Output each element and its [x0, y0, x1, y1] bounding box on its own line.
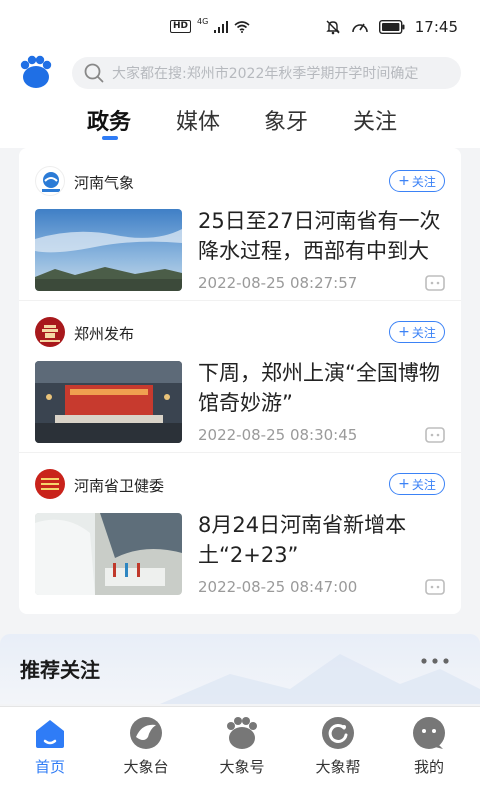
- network-type: 4G: [197, 17, 209, 26]
- news-thumbnail[interactable]: [35, 513, 182, 595]
- zhengzhou-logo-icon: [40, 325, 60, 342]
- news-item[interactable]: 河南气象 + 关注 25日至27日河南省有一次降水过程，西部有中到大 2022-…: [19, 148, 461, 300]
- active-tab-indicator: [102, 136, 118, 140]
- weather-logo-icon: [42, 172, 60, 192]
- news-item[interactable]: 郑州发布 + 关注 下周，郑州上演“全国博物馆奇妙游” 2022-08-25 0…: [19, 300, 461, 452]
- search-placeholder: 大家都在搜:郑州市2022年秋季学期开学时间确定: [112, 66, 419, 82]
- follow-label: 关注: [411, 477, 436, 492]
- tab-guanzhu[interactable]: 关注: [353, 104, 397, 136]
- source-avatar[interactable]: [35, 166, 65, 196]
- profile-icon: [413, 717, 445, 749]
- tab-meiti[interactable]: 媒体: [176, 104, 220, 136]
- plus-icon: +: [398, 476, 410, 492]
- battery-icon: [378, 20, 405, 34]
- source-avatar[interactable]: [35, 469, 65, 499]
- app-header: 大家都在搜:郑州市2022年秋季学期开学时间确定 政务 媒体 象牙 关注: [0, 52, 480, 148]
- follow-label: 关注: [411, 174, 436, 189]
- source-name[interactable]: 郑州发布: [74, 323, 134, 344]
- health-commission-logo-icon: [41, 478, 59, 490]
- speedometer-icon: [351, 23, 368, 33]
- source-name[interactable]: 河南省卫健委: [74, 475, 164, 496]
- system-indicators: 17:45: [325, 18, 458, 36]
- nav-profile[interactable]: 我的: [381, 707, 477, 800]
- news-headline[interactable]: 下周，郑州上演“全国博物馆奇妙游”: [198, 358, 448, 418]
- wifi-icon: [234, 20, 250, 33]
- nav-label: 大象帮: [315, 758, 361, 776]
- plus-icon: +: [398, 324, 410, 340]
- home-icon: [36, 720, 64, 748]
- paw-logo-icon[interactable]: [18, 54, 54, 90]
- plus-icon: +: [398, 173, 410, 189]
- search-bar[interactable]: 大家都在搜:郑州市2022年秋季学期开学时间确定: [72, 57, 461, 89]
- comment-icon[interactable]: [425, 579, 445, 595]
- follow-button[interactable]: + 关注: [389, 473, 445, 495]
- news-time: 2022-08-25 08:27:57: [198, 274, 358, 292]
- nav-label: 首页: [34, 758, 65, 776]
- clock: 17:45: [414, 18, 458, 36]
- paw-icon: [227, 717, 257, 749]
- search-icon: [84, 63, 104, 83]
- news-item[interactable]: 河南省卫健委 + 关注 8月24日河南省新增本土“2+23” 2022-08-2…: [19, 452, 461, 604]
- recommended-follow-section: 推荐关注: [0, 634, 480, 704]
- nav-elephant-account[interactable]: 大象号: [194, 707, 290, 800]
- nav-label: 大象台: [123, 758, 169, 776]
- recommended-title: 推荐关注: [20, 658, 100, 682]
- source-name[interactable]: 河南气象: [74, 172, 134, 193]
- tab-xiangya[interactable]: 象牙: [264, 104, 308, 136]
- elephant-tv-icon: [130, 717, 162, 749]
- help-icon: [322, 717, 354, 749]
- news-thumbnail[interactable]: [35, 361, 182, 443]
- comment-icon[interactable]: [425, 427, 445, 443]
- museum-photo: [35, 361, 182, 443]
- nav-label: 我的: [413, 758, 444, 776]
- hd-badge: HD: [170, 20, 192, 33]
- news-time: 2022-08-25 08:30:45: [198, 426, 358, 444]
- follow-button[interactable]: + 关注: [389, 321, 445, 343]
- nav-elephant-tv[interactable]: 大象台: [98, 707, 194, 800]
- bottom-navigation: 首页 大象台 大象号 大象帮 我的: [0, 706, 480, 800]
- news-thumbnail[interactable]: [35, 209, 182, 291]
- tab-zhengwu[interactable]: 政务: [87, 104, 131, 136]
- sky-photo: [35, 209, 182, 291]
- more-icon[interactable]: [420, 656, 450, 666]
- comment-icon[interactable]: [425, 275, 445, 291]
- network-indicators: HD 4G: [170, 17, 250, 33]
- nav-home[interactable]: 首页: [2, 707, 98, 800]
- follow-button[interactable]: + 关注: [389, 170, 445, 192]
- follow-label: 关注: [411, 325, 436, 340]
- news-time: 2022-08-25 08:47:00: [198, 578, 358, 596]
- channel-tabs: 政务 媒体 象牙 关注: [0, 104, 480, 144]
- nav-elephant-help[interactable]: 大象帮: [290, 707, 386, 800]
- news-feed: 河南气象 + 关注 25日至27日河南省有一次降水过程，西部有中到大 2022-…: [19, 148, 461, 614]
- mute-bell-icon: [326, 20, 340, 35]
- testing-photo: [35, 513, 182, 595]
- nav-label: 大象号: [219, 758, 265, 776]
- source-avatar[interactable]: [35, 317, 65, 347]
- status-bar: HD 4G 17:45: [0, 0, 480, 52]
- news-headline[interactable]: 8月24日河南省新增本土“2+23”: [198, 510, 448, 570]
- signal-icon: [214, 20, 229, 33]
- news-headline[interactable]: 25日至27日河南省有一次降水过程，西部有中到大: [198, 206, 448, 266]
